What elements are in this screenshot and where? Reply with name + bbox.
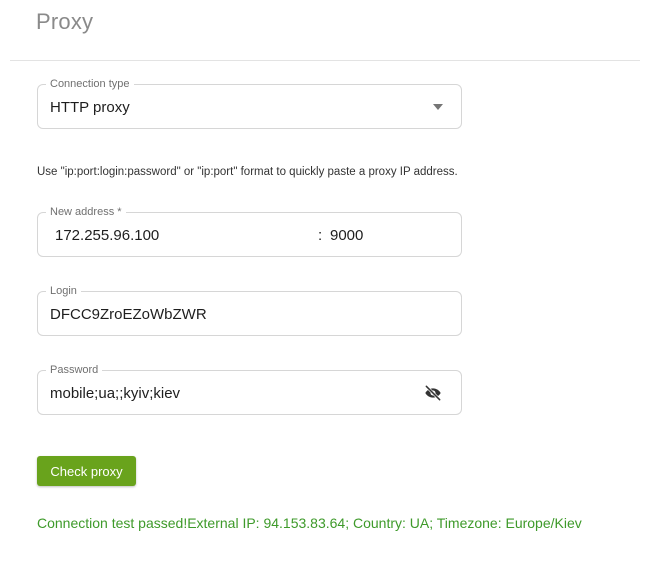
host-input[interactable]: 172.255.96.100 bbox=[55, 227, 159, 245]
connection-result-message: Connection test passed!External IP: 94.1… bbox=[37, 515, 582, 531]
chevron-down-icon[interactable] bbox=[433, 104, 443, 110]
eye-off-icon[interactable] bbox=[423, 383, 443, 403]
port-input[interactable]: 9000 bbox=[330, 227, 363, 245]
connection-type-select[interactable]: Connection type HTTP proxy bbox=[37, 77, 462, 129]
address-field[interactable]: New address * 172.255.96.100 : 9000 bbox=[37, 205, 462, 257]
password-field[interactable]: Password mobile;ua;;kyiv;kiev bbox=[37, 363, 462, 415]
paste-format-hint: Use "ip:port:login:password" or "ip:port… bbox=[37, 166, 458, 178]
connection-type-value: HTTP proxy bbox=[50, 99, 130, 116]
password-input[interactable]: mobile;ua;;kyiv;kiev bbox=[50, 385, 180, 403]
login-input[interactable]: DFCC9ZroEZoWbZWR bbox=[50, 306, 207, 324]
page-title: Proxy bbox=[36, 9, 94, 34]
address-label: New address * bbox=[46, 205, 126, 219]
connection-type-label: Connection type bbox=[46, 77, 134, 91]
login-label: Login bbox=[46, 284, 81, 298]
check-proxy-button[interactable]: Check proxy bbox=[37, 456, 136, 486]
port-separator: : bbox=[318, 227, 323, 244]
header-divider bbox=[10, 60, 640, 61]
password-label: Password bbox=[46, 363, 103, 377]
login-field[interactable]: Login DFCC9ZroEZoWbZWR bbox=[37, 284, 462, 336]
